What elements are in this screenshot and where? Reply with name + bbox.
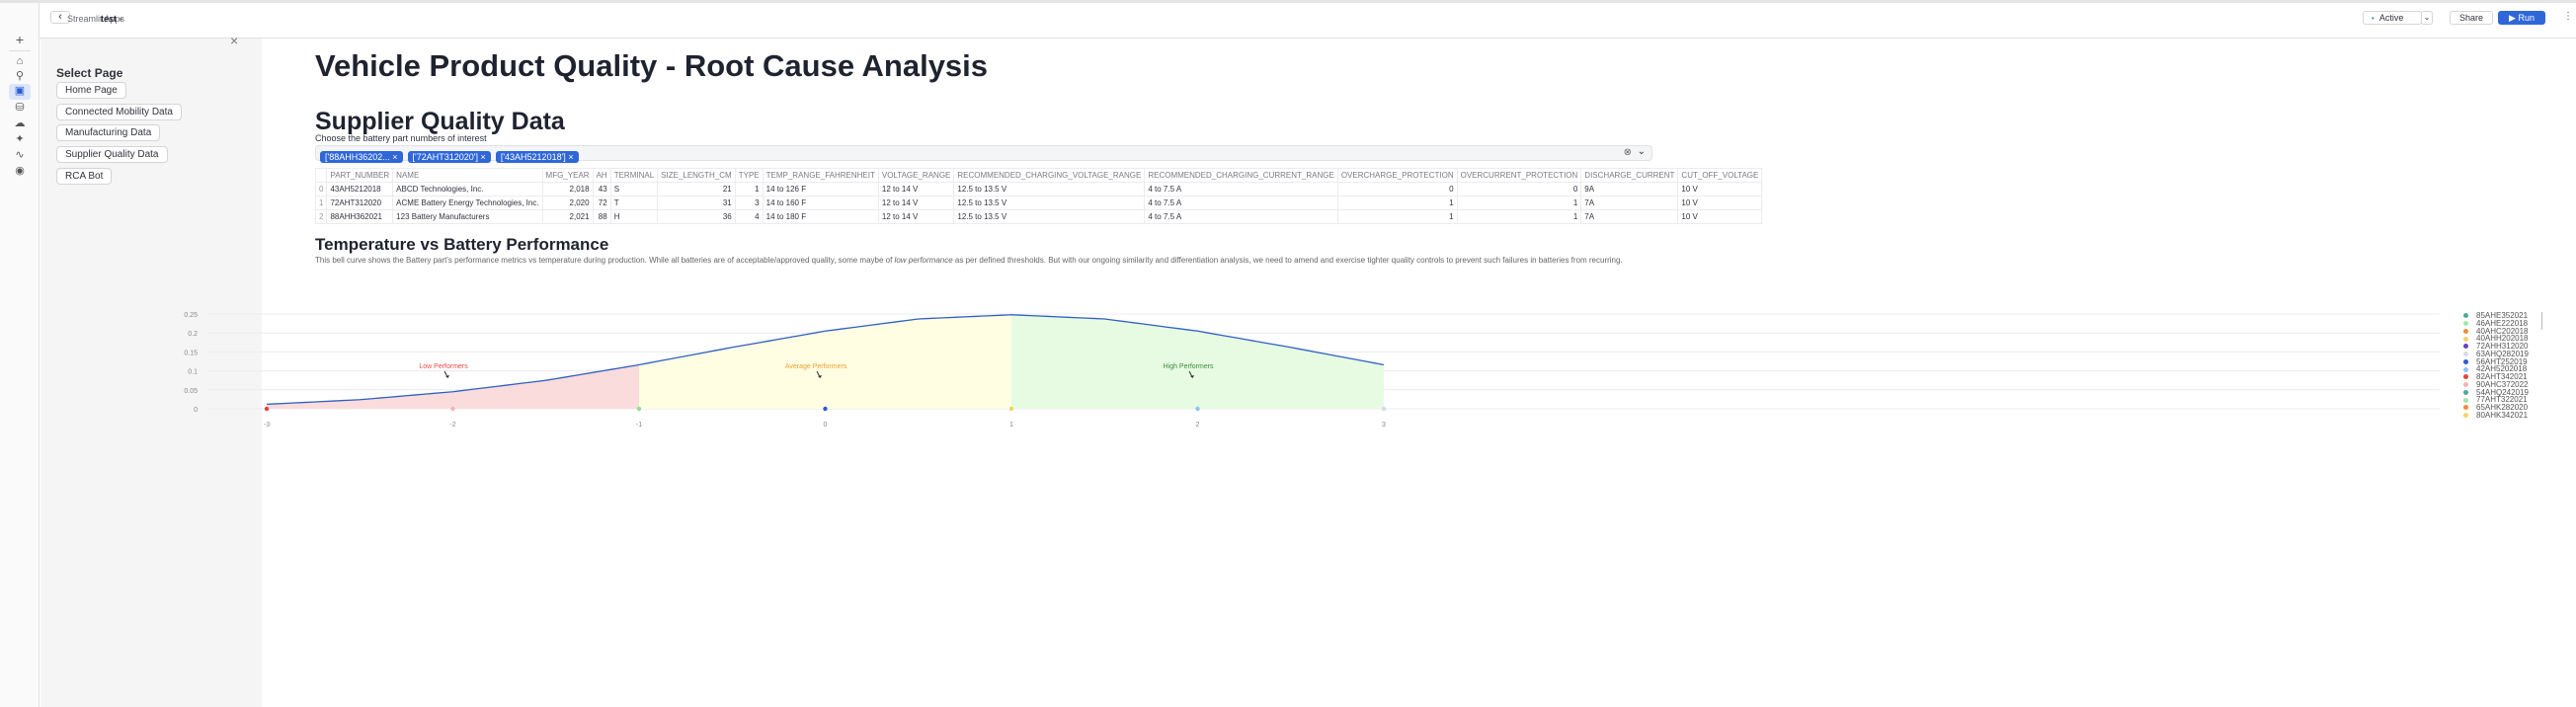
legend-dot-icon [2463, 389, 2468, 395]
x-tick-label: -3 [264, 422, 270, 429]
legend-dot-icon [2463, 336, 2468, 342]
legend-dot-icon [2463, 405, 2468, 411]
legend-dot-icon [2463, 413, 2468, 419]
region-fill [639, 314, 1011, 409]
legend-label: 80AHK342021 [2476, 410, 2529, 420]
y-tick-label: 0.15 [184, 350, 198, 356]
legend-dot-icon [2463, 374, 2468, 380]
x-tick-label: 3 [1382, 422, 1386, 429]
region-label: High Performers [1164, 363, 1214, 370]
legend-dot-icon [2463, 321, 2468, 327]
legend-dot-icon [2463, 382, 2468, 388]
bell-curve-chart[interactable]: 0 0.05 0.1 0.15 0.2 0.25 Low Performers Average… [0, 0, 2576, 707]
x-tick-label: -2 [449, 422, 455, 429]
x-tick-label: 1 [1009, 422, 1013, 429]
x-tick-label: -1 [636, 422, 642, 429]
data-point [1008, 406, 1014, 412]
y-tick-label: 0.05 [184, 388, 198, 395]
legend-dot-icon [2463, 328, 2468, 334]
x-tick-label: 0 [824, 422, 828, 429]
legend-scrollbar[interactable] [2541, 312, 2542, 330]
legend-item[interactable]: 80AHK342021 [2463, 410, 2529, 420]
arrow-head-icon [445, 375, 450, 378]
y-tick-label: 0.25 [184, 312, 198, 319]
legend-dot-icon [2463, 366, 2468, 372]
data-point [636, 406, 642, 412]
legend-dot-icon [2463, 358, 2468, 364]
legend-dot-icon [2463, 352, 2468, 357]
y-tick-label: 0.1 [188, 369, 198, 376]
data-point [264, 406, 270, 412]
region-fill [1011, 314, 1384, 409]
y-tick-label: 0.2 [188, 331, 198, 338]
region-label: Low Performers [419, 363, 468, 370]
legend-dot-icon [2463, 344, 2468, 350]
data-point [1381, 406, 1387, 412]
legend-dot-icon [2463, 313, 2468, 319]
data-point [450, 406, 455, 412]
region-fill [267, 364, 639, 409]
data-point [1195, 406, 1200, 412]
region-label: Average Performers [785, 363, 847, 370]
legend-dot-icon [2463, 397, 2468, 403]
data-point [823, 406, 828, 412]
y-tick-label: 0 [194, 407, 198, 414]
x-tick-label: 2 [1196, 422, 1200, 429]
